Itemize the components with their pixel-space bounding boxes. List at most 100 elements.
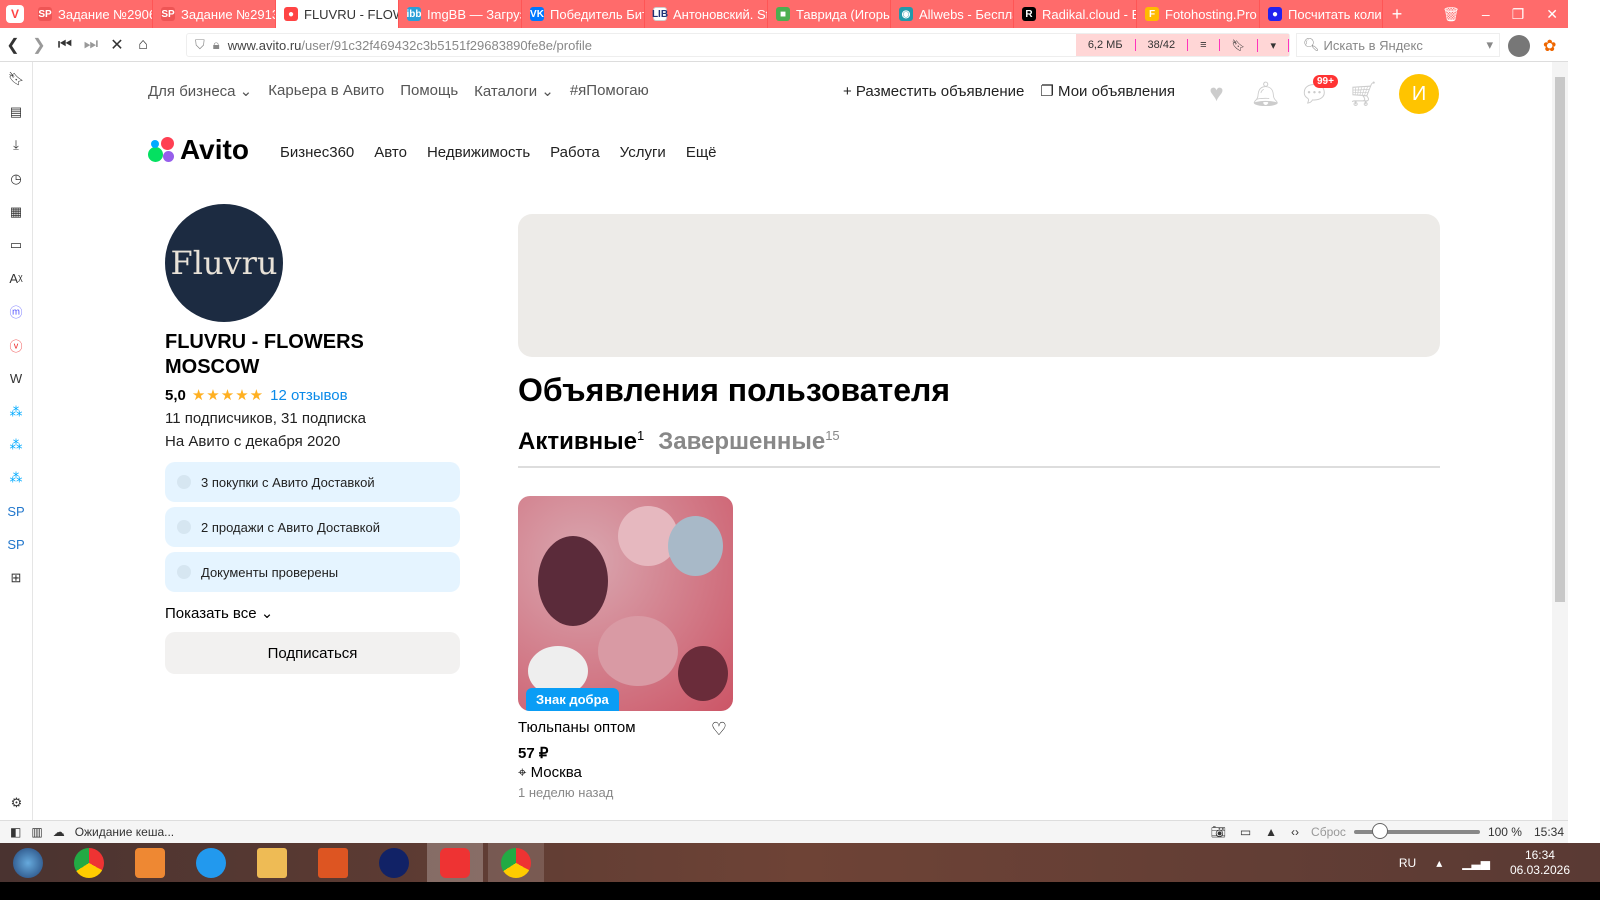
messages-icon[interactable]: 💬︎ 99+ <box>1299 74 1338 108</box>
clock[interactable]: 16:34 06.03.2026 <box>1510 848 1570 878</box>
network-icon[interactable]: ▁▃▅ <box>1462 856 1490 870</box>
my-ads-link[interactable]: ❐ Мои объявления <box>1040 82 1175 100</box>
profile-badge[interactable]: 3 покупки с Авито Доставкой <box>165 462 460 502</box>
topnav-link[interactable]: Каталоги ⌄ <box>474 82 554 100</box>
minimize-button[interactable]: – <box>1482 6 1490 23</box>
url-input[interactable]: ⛉ 🔒︎ www.avito.ru/user/91c32f469432c3b515… <box>186 33 1290 57</box>
vivaldi-menu-button[interactable]: V <box>0 0 30 28</box>
post-ad-link[interactable]: + Разместить объявление <box>843 83 1024 100</box>
topnav-link[interactable]: #яПомогаю <box>570 82 649 100</box>
home-button[interactable]: ⌂ <box>130 36 156 54</box>
avito-panel-icon[interactable]: ⁂ <box>0 395 32 428</box>
tray-arrow-icon[interactable]: ▴ <box>1436 856 1442 870</box>
restore-button[interactable]: ❐ <box>1512 6 1525 23</box>
browser-tab[interactable]: VK Победитель Битвы <box>522 0 645 28</box>
topnav-link[interactable]: Карьера в Авито <box>268 82 384 100</box>
tab-active[interactable]: Активные1 <box>518 428 644 456</box>
subscribe-button[interactable]: Подписаться <box>165 632 460 674</box>
downloads-icon[interactable]: ⤓ <box>0 129 32 162</box>
page-actions-icon[interactable]: ‹› <box>1291 825 1299 839</box>
zoom-reset-button[interactable]: Сброс <box>1311 825 1346 839</box>
tab-completed[interactable]: Завершенные15 <box>658 428 839 456</box>
listing-card[interactable]: Знак добра Тюльпаны оптом ♡ 57 ₽ ⌖ Москва… <box>518 496 733 800</box>
extension-icon[interactable]: ✿ <box>1543 36 1556 56</box>
close-window-button[interactable]: ✕ <box>1546 6 1558 23</box>
sp-panel-icon[interactable]: SP <box>0 495 32 528</box>
browser-tab[interactable]: ibb ImgBB — Загрузка <box>399 0 522 28</box>
fast-forward-button[interactable]: ⏭ <box>78 36 104 54</box>
favorites-heart-icon[interactable]: ♥ <box>1203 80 1230 108</box>
browser-tab[interactable]: LIB Антоновский. St <box>645 0 768 28</box>
topnav-link[interactable]: Помощь <box>400 82 458 100</box>
window-icon[interactable]: ▭ <box>1240 825 1251 839</box>
browser-tab[interactable]: SP Задание №2913 <box>153 0 276 28</box>
category-link[interactable]: Услуги <box>620 144 666 161</box>
browser-tab[interactable]: ● FLUVRU - FLOWERS <box>276 0 399 28</box>
avito-logo[interactable]: Avito <box>148 134 249 166</box>
reviews-link[interactable]: 12 отзывов <box>270 387 348 404</box>
search-input[interactable]: 🔍︎ Искать в Яндекс ▾ <box>1296 33 1500 57</box>
new-tab-button[interactable]: + <box>1383 3 1411 25</box>
topnav-link[interactable]: Для бизнеса ⌄ <box>148 82 252 100</box>
language-indicator[interactable]: RU <box>1399 856 1416 870</box>
chrome-taskbar-icon-2[interactable] <box>488 843 544 882</box>
forward-button[interactable]: ❯ <box>26 35 52 55</box>
chrome-taskbar-icon[interactable] <box>61 843 117 882</box>
browser-tab[interactable]: ● Посчитать колич <box>1260 0 1383 28</box>
cart-icon[interactable]: 🛒︎ <box>1348 81 1378 108</box>
zoom-slider[interactable] <box>1353 823 1480 839</box>
reading-list-icon[interactable]: ▤ <box>0 95 32 128</box>
images-icon[interactable]: ▲ <box>1265 825 1277 839</box>
back-button[interactable]: ❮ <box>0 35 26 55</box>
category-link[interactable]: Недвижимость <box>427 144 530 161</box>
browser-tab[interactable]: ■ Таврида (Игорь <box>768 0 891 28</box>
dropdown-icon[interactable]: ▾ <box>1258 38 1289 52</box>
sync-cloud-icon[interactable]: ☁ <box>53 825 65 839</box>
notes-icon[interactable]: ▦ <box>0 195 32 228</box>
favorite-heart-icon[interactable]: ♡ <box>711 719 727 740</box>
window-panel-icon[interactable]: ▭ <box>0 228 32 261</box>
chevron-down-icon[interactable]: ▾ <box>1486 37 1493 53</box>
category-link[interactable]: Бизнес360 <box>280 144 354 161</box>
avito-panel-icon[interactable]: ⁂ <box>0 462 32 495</box>
sp-panel-icon[interactable]: SP <box>0 528 32 561</box>
subscribers-text[interactable]: 11 подписчиков, 31 подписка <box>165 410 460 427</box>
vivaldi-panel-icon[interactable]: ⓥ <box>0 328 32 361</box>
add-panel-icon[interactable]: ⊞ <box>0 561 32 594</box>
history-icon[interactable]: ◷ <box>0 162 32 195</box>
category-link[interactable]: Ещё <box>686 144 717 161</box>
bookmarks-icon[interactable]: 🔖︎ <box>0 62 32 95</box>
listing-photo[interactable]: Знак добра <box>518 496 733 711</box>
rewind-button[interactable]: ⏮ <box>52 36 78 54</box>
tiling-icon[interactable]: ▥ <box>31 825 42 839</box>
mastodon-icon[interactable]: ⓜ <box>0 295 32 328</box>
page-scrollbar[interactable] <box>1552 62 1568 820</box>
trash-icon[interactable]: 🗑 <box>1442 6 1460 23</box>
ie-taskbar-icon[interactable] <box>183 843 239 882</box>
browser-tab[interactable]: R Radikal.cloud - Б <box>1014 0 1137 28</box>
browser-tab[interactable]: F Fotohosting.Pro <box>1137 0 1260 28</box>
category-link[interactable]: Работа <box>550 144 600 161</box>
stop-button[interactable]: ✕ <box>104 35 130 55</box>
listing-title[interactable]: Тюльпаны оптом <box>518 719 636 740</box>
hp-taskbar-icon[interactable] <box>366 843 422 882</box>
media-player-taskbar-icon[interactable] <box>122 843 178 882</box>
panel-toggle-icon[interactable]: ◧ <box>10 825 21 839</box>
settings-icon[interactable]: ⚙ <box>0 787 33 820</box>
browser-tab[interactable]: ◉ Allwebs - Бесплатно <box>891 0 1014 28</box>
wikipedia-icon[interactable]: W <box>0 362 32 395</box>
start-button[interactable] <box>0 843 56 882</box>
user-avatar[interactable]: И <box>1399 74 1439 114</box>
translate-icon[interactable]: Aᵡ <box>0 262 32 295</box>
vivaldi-taskbar-icon[interactable] <box>427 843 483 882</box>
explorer-taskbar-icon[interactable] <box>244 843 300 882</box>
office-taskbar-icon[interactable] <box>305 843 361 882</box>
notifications-bell-icon[interactable]: 🔔︎ <box>1250 81 1280 108</box>
profile-badge[interactable]: 2 продажи с Авито Доставкой <box>165 507 460 547</box>
show-all-button[interactable]: Показать все ⌄ <box>165 604 460 622</box>
profile-badge[interactable]: Документы проверены <box>165 552 460 592</box>
reader-icon[interactable]: ≡ <box>1188 39 1220 51</box>
category-link[interactable]: Авто <box>374 144 407 161</box>
capture-icon[interactable]: 📷︎ <box>1211 825 1226 839</box>
bookmark-icon[interactable]: 🔖︎ <box>1220 38 1259 52</box>
